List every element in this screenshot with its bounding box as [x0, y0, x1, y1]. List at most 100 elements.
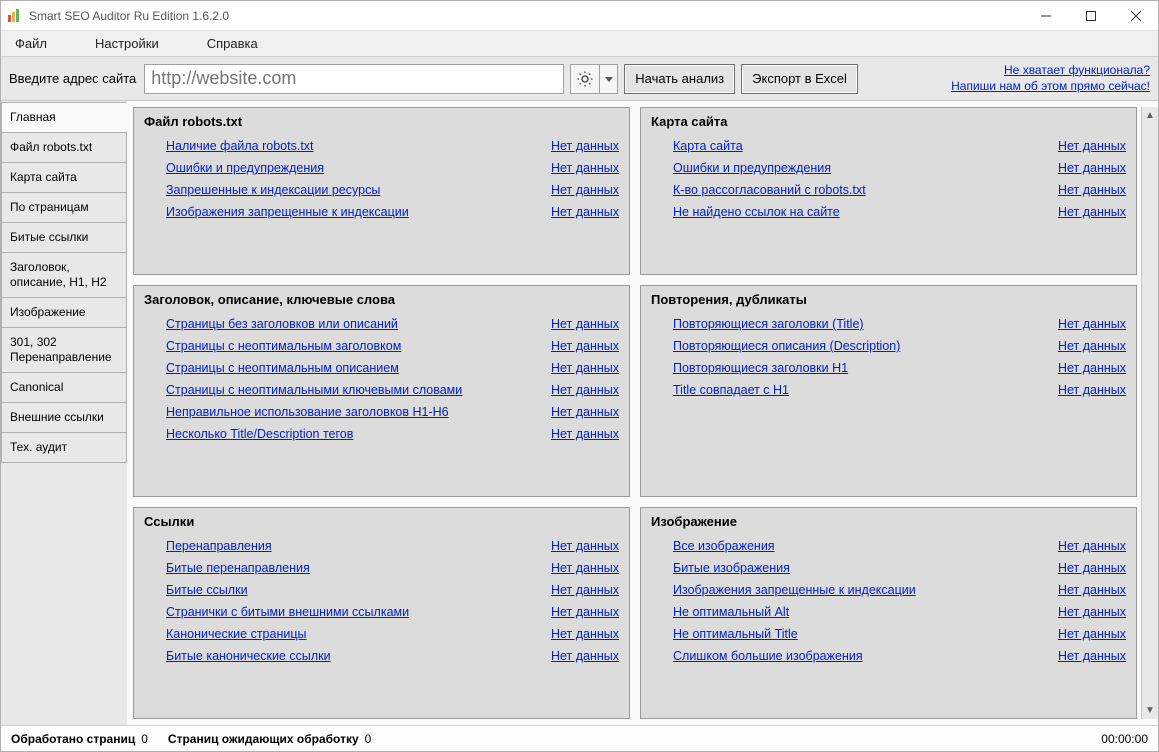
promo-link-1[interactable]: Не хватает функционала? — [951, 63, 1150, 79]
row-link[interactable]: Перенаправления — [166, 539, 272, 553]
row-link[interactable]: Наличие файла robots.txt — [166, 139, 314, 153]
row-link[interactable]: Карта сайта — [673, 139, 743, 153]
panel-title: Карта сайта — [651, 114, 1126, 129]
url-input[interactable] — [144, 64, 564, 94]
row-status-link[interactable]: Нет данных — [551, 361, 619, 375]
row-status-link[interactable]: Нет данных — [551, 561, 619, 575]
row-status-link[interactable]: Нет данных — [1058, 205, 1126, 219]
row-link[interactable]: Ошибки и предупреждения — [673, 161, 831, 175]
pending-stat: Страниц ожидающих обработку — [168, 732, 359, 746]
row-link[interactable]: Не оптимальный Alt — [673, 605, 789, 619]
sidebar-tab-4[interactable]: Битые ссылки — [1, 222, 127, 253]
row-link[interactable]: Битые ссылки — [166, 583, 248, 597]
row-status-link[interactable]: Нет данных — [551, 627, 619, 641]
minimize-button[interactable] — [1023, 1, 1068, 30]
row-status-link[interactable]: Нет данных — [551, 605, 619, 619]
settings-button[interactable] — [570, 64, 600, 94]
panel-row: Страницы без заголовков или описаний Нет … — [166, 317, 619, 331]
row-link[interactable]: К-во рассогласований с robots.txt — [673, 183, 866, 197]
sidebar-tab-6[interactable]: Изображение — [1, 297, 127, 328]
scroll-track[interactable] — [1142, 124, 1158, 702]
row-link[interactable]: Ошибки и предупреждения — [166, 161, 324, 175]
row-status-link[interactable]: Нет данных — [551, 649, 619, 663]
scroll-up-icon[interactable]: ▲ — [1142, 107, 1158, 124]
maximize-button[interactable] — [1068, 1, 1113, 30]
sidebar-tab-2[interactable]: Карта сайта — [1, 162, 127, 193]
row-status-link[interactable]: Нет данных — [1058, 539, 1126, 553]
row-link[interactable]: Изображения запрещенные к индексации — [166, 205, 409, 219]
row-status-link[interactable]: Нет данных — [1058, 383, 1126, 397]
sidebar-tab-5[interactable]: Заголовок, описание, H1, H2 — [1, 252, 127, 298]
row-status-link[interactable]: Нет данных — [1058, 561, 1126, 575]
row-link[interactable]: Запрешенные к индексации ресурсы — [166, 183, 380, 197]
row-link[interactable]: Несколько Title/Description тегов — [166, 427, 353, 441]
row-status-link[interactable]: Нет данных — [551, 161, 619, 175]
main: ГлавнаяФайл robots.txtКарта сайтаПо стра… — [1, 101, 1158, 725]
export-excel-button[interactable]: Экспорт в Excel — [741, 64, 858, 94]
sidebar-tab-3[interactable]: По страницам — [1, 192, 127, 223]
row-status-link[interactable]: Нет данных — [1058, 627, 1126, 641]
settings-dropdown[interactable] — [600, 64, 618, 94]
row-link[interactable]: Страницы с неоптимальным заголовком — [166, 339, 401, 353]
row-status-link[interactable]: Нет данных — [1058, 139, 1126, 153]
row-status-link[interactable]: Нет данных — [551, 427, 619, 441]
panels-grid: Файл robots.txtНаличие файла robots.txtН… — [133, 107, 1141, 719]
content: Файл robots.txtНаличие файла robots.txtН… — [127, 101, 1158, 725]
row-status-link[interactable]: Нет данных — [551, 583, 619, 597]
sidebar-tab-9[interactable]: Внешние ссылки — [1, 402, 127, 433]
row-link[interactable]: Страницы с неоптимальным описанием — [166, 361, 399, 375]
panel-row: Страницы с неоптимальным описанием Нет да… — [166, 361, 619, 375]
panel-row: Перенаправления Нет данных — [166, 539, 619, 553]
row-status-link[interactable]: Нет данных — [551, 383, 619, 397]
row-link[interactable]: Все изображения — [673, 539, 775, 553]
row-link[interactable]: Повторяющиеся заголовки H1 — [673, 361, 848, 375]
close-button[interactable] — [1113, 1, 1158, 30]
start-analysis-button[interactable]: Начать анализ — [624, 64, 735, 94]
scroll-down-icon[interactable]: ▼ — [1142, 702, 1158, 719]
row-status-link[interactable]: Нет данных — [551, 539, 619, 553]
row-link[interactable]: Страницы с неоптимальными ключевыми слов… — [166, 383, 462, 397]
row-status-link[interactable]: Нет данных — [1058, 583, 1126, 597]
row-link[interactable]: Битые перенаправления — [166, 561, 310, 575]
row-link[interactable]: Изображения запрещенные к индексации — [673, 583, 916, 597]
menu-settings[interactable]: Настройки — [95, 36, 159, 51]
row-status-link[interactable]: Нет данных — [551, 183, 619, 197]
row-link[interactable]: Странички с битыми внешними ссылками — [166, 605, 409, 619]
row-status-link[interactable]: Нет данных — [551, 405, 619, 419]
menu-help[interactable]: Справка — [207, 36, 258, 51]
row-link[interactable]: Неправильное использование заголовков H1… — [166, 405, 449, 419]
row-status-link[interactable]: Нет данных — [551, 205, 619, 219]
promo-links: Не хватает функционала? Напиши нам об эт… — [951, 63, 1150, 94]
row-status-link[interactable]: Нет данных — [1058, 183, 1126, 197]
row-status-link[interactable]: Нет данных — [1058, 339, 1126, 353]
sidebar-tab-10[interactable]: Тех. аудит — [1, 432, 127, 463]
row-link[interactable]: Повторяющиеся описания (Description) — [673, 339, 900, 353]
row-status-link[interactable]: Нет данных — [1058, 317, 1126, 331]
menu-file[interactable]: Файл — [15, 36, 47, 51]
panel-row: Канонические страницы Нет данных — [166, 627, 619, 641]
row-link[interactable]: Канонические страницы — [166, 627, 306, 641]
panel-row: Не оптимальный Alt Нет данных — [673, 605, 1126, 619]
row-status-link[interactable]: Нет данных — [551, 139, 619, 153]
row-link[interactable]: Битые изображения — [673, 561, 790, 575]
window-title: Smart SEO Auditor Ru Edition 1.6.2.0 — [29, 9, 1023, 23]
row-link[interactable]: Повторяющиеся заголовки (Title) — [673, 317, 864, 331]
sidebar-tab-0[interactable]: Главная — [1, 102, 127, 133]
row-link[interactable]: Страницы без заголовков или описаний — [166, 317, 398, 331]
row-link[interactable]: Title совпадает с H1 — [673, 383, 789, 397]
sidebar-tab-1[interactable]: Файл robots.txt — [1, 132, 127, 163]
row-status-link[interactable]: Нет данных — [551, 339, 619, 353]
promo-link-2[interactable]: Напиши нам об этом прямо сейчас! — [951, 79, 1150, 95]
row-status-link[interactable]: Нет данных — [551, 317, 619, 331]
row-link[interactable]: Не оптимальный Title — [673, 627, 798, 641]
row-status-link[interactable]: Нет данных — [1058, 605, 1126, 619]
row-status-link[interactable]: Нет данных — [1058, 361, 1126, 375]
sidebar-tab-8[interactable]: Canonical — [1, 372, 127, 403]
row-status-link[interactable]: Нет данных — [1058, 649, 1126, 663]
sidebar-tab-7[interactable]: 301, 302 Перенаправление — [1, 327, 127, 373]
row-link[interactable]: Битые канонические ссылки — [166, 649, 331, 663]
row-status-link[interactable]: Нет данных — [1058, 161, 1126, 175]
vertical-scrollbar[interactable]: ▲ ▼ — [1141, 107, 1158, 719]
row-link[interactable]: Не найдено ссылок на сайте — [673, 205, 840, 219]
row-link[interactable]: Слишком большие изображения — [673, 649, 863, 663]
